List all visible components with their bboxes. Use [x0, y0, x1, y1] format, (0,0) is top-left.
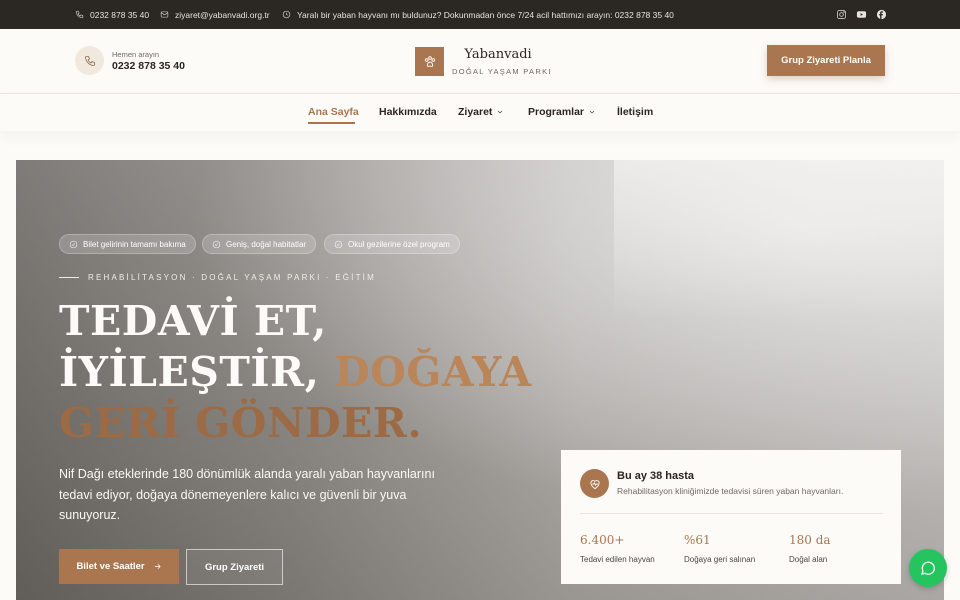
check-circle-icon — [212, 240, 221, 248]
nav-item-label: Ziyaret — [458, 106, 493, 118]
hero-title-accent: DOĞAYA — [334, 348, 532, 396]
whatsapp-chat-button[interactable] — [909, 549, 947, 587]
facebook-icon[interactable] — [875, 8, 887, 20]
stat-label-area: Doğal alan — [789, 555, 828, 564]
check-circle-icon — [334, 240, 343, 248]
feature-chip: Bilet gelirinin tamamı bakıma — [59, 234, 196, 254]
phone-icon — [75, 10, 84, 19]
feature-chip: Okul gezilerine özel program — [324, 234, 460, 254]
chip-label: Geniş, doğal habitatlar — [226, 239, 307, 249]
topbar-phone: 0232 878 35 40 — [90, 9, 150, 20]
hero-title-line-3: GERİ GÖNDER. — [59, 399, 423, 447]
topbar-phone-link[interactable]: 0232 878 35 40 — [75, 0, 149, 29]
chat-bubble-icon — [921, 561, 935, 575]
topbar-emergency-text: Yaralı bir yaban hayvanı mı buldunuz? Do… — [297, 9, 674, 20]
check-circle-icon — [69, 240, 78, 248]
nav-item-contact[interactable]: İletişim — [617, 106, 653, 118]
hero-title-line-2: İYİLEŞTİR, DOĞAYA — [59, 347, 532, 397]
topbar-emergency: Yaralı bir yaban hayvanı mı buldunuz? Do… — [282, 0, 674, 29]
chip-label: Bilet gelirinin tamamı bakıma — [83, 239, 186, 249]
hero-image-highlight — [614, 160, 944, 320]
chevron-down-icon — [589, 110, 595, 114]
hero-title-line-1: TEDAVİ ET, — [59, 297, 327, 345]
stat-value-treated: 6.400+ — [580, 533, 625, 547]
youtube-icon[interactable] — [855, 8, 867, 20]
divider — [580, 513, 883, 514]
stat-label-released: Doğaya geri salınan — [684, 555, 756, 564]
stat-value-area: 180 da — [789, 533, 831, 547]
chip-label: Okul gezilerine özel program — [348, 239, 450, 249]
chevron-down-icon — [498, 110, 503, 114]
site-header: Hemen arayın 0232 878 35 40 Yabanvadi DO… — [0, 29, 960, 94]
eyebrow-rule — [59, 277, 79, 278]
call-number[interactable]: 0232 878 35 40 — [112, 60, 185, 72]
stats-card-title: Bu ay 38 hasta — [617, 470, 695, 482]
nav-item-label: Ana Sayfa — [308, 106, 359, 118]
stat-value-released: %61 — [684, 533, 711, 547]
phone-icon — [84, 55, 95, 66]
stat-label-treated: Tedavi edilen hayvan — [580, 555, 655, 564]
topbar-email: ziyaret@yabanvadi.org.tr — [175, 9, 270, 20]
stats-card-subtitle: Rehabilitasyon kliniğimizde tedavisi sür… — [617, 486, 844, 496]
tickets-hours-button[interactable]: Bilet ve Saatler — [59, 549, 179, 584]
mail-icon — [160, 11, 169, 18]
nav-item-about[interactable]: Hakkımızda — [379, 106, 437, 118]
logo-subtitle: DOĞAL YAŞAM PARKI — [452, 67, 552, 76]
logo-name[interactable]: Yabanvadi — [452, 47, 544, 62]
active-nav-underline — [308, 122, 355, 124]
hero-eyebrow: REHABİLİTASYON · DOĞAL YAŞAM PARKI · EĞİ… — [88, 273, 376, 282]
topbar-email-link[interactable]: ziyaret@yabanvadi.org.tr — [160, 0, 270, 29]
instagram-icon[interactable] — [835, 8, 847, 20]
hero-lead-text: Nif Dağı eteklerinde 180 dönümlük alanda… — [59, 467, 435, 522]
top-info-bar: 0232 878 35 40 ziyaret@yabanvadi.org.tr … — [0, 0, 960, 29]
button-label: Bilet ve Saatler — [76, 561, 145, 572]
heart-pulse-icon — [580, 469, 609, 498]
main-nav: Ana Sayfa Hakkımızda Ziyaret Programlar … — [0, 94, 960, 131]
nav-item-label: Hakkımızda — [379, 106, 437, 118]
nav-item-label: Programlar — [528, 106, 585, 118]
nav-item-label: İletişim — [617, 106, 654, 118]
call-label: Hemen arayın — [112, 50, 160, 59]
hero-title-white: İYİLEŞTİR, — [59, 348, 335, 396]
logo-mark[interactable] — [415, 47, 444, 76]
patients-stats-card: Bu ay 38 hasta Rehabilitasyon kliniğimiz… — [561, 450, 901, 584]
group-visit-cta-button[interactable]: Grup Ziyareti Planla — [767, 45, 885, 76]
arrow-right-icon — [154, 564, 161, 569]
nav-item-home[interactable]: Ana Sayfa — [308, 106, 359, 118]
call-icon-circle[interactable] — [75, 46, 104, 75]
clock-icon — [282, 10, 291, 19]
paw-icon — [424, 55, 435, 67]
group-visit-button[interactable]: Grup Ziyareti — [186, 549, 283, 585]
nav-item-programs[interactable]: Programlar — [528, 106, 596, 118]
feature-chip: Geniş, doğal habitatlar — [202, 234, 317, 254]
nav-item-visit[interactable]: Ziyaret — [458, 106, 504, 118]
